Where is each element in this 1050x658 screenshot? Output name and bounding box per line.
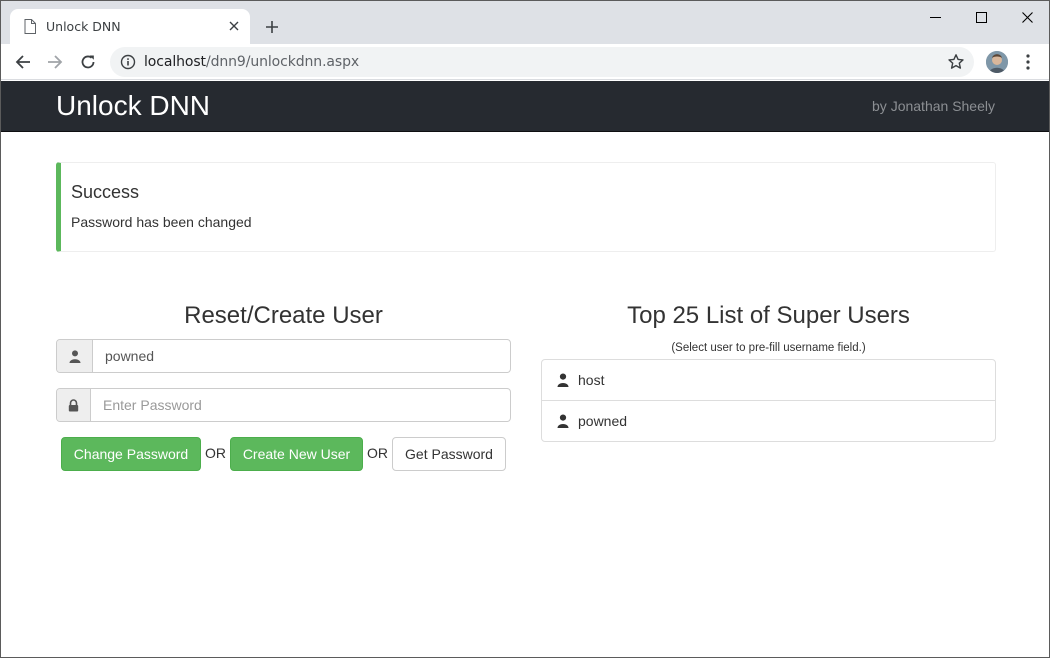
user-icon (557, 414, 569, 428)
username-input[interactable] (93, 340, 510, 372)
info-icon[interactable] (120, 54, 136, 70)
super-users-hint: (Select user to pre-fill username field.… (671, 342, 866, 354)
alert-message: Password has been changed (71, 214, 252, 230)
tab-strip: Unlock DNN (1, 1, 1049, 44)
back-arrow-icon[interactable] (10, 50, 36, 74)
list-item-label: host (578, 372, 605, 388)
page-icon (24, 19, 36, 34)
browser-window: Unlock DNN localhost/dnn9/unlockdnn.aspx… (0, 0, 1050, 658)
url-path: /dnn9/unlockdnn.aspx (205, 54, 360, 70)
super-users-title: Top 25 List of Super Users (627, 302, 910, 329)
url-host: localhost (144, 54, 206, 70)
super-users-list: host powned (541, 359, 996, 442)
url-text[interactable]: localhost/dnn9/unlockdnn.aspx (144, 54, 359, 70)
password-input-group (56, 388, 511, 422)
list-item[interactable]: host (542, 360, 995, 401)
list-item-label: powned (578, 413, 628, 429)
or-separator: OR (205, 445, 226, 461)
user-icon (557, 373, 569, 387)
change-password-button[interactable]: Change Password (61, 437, 201, 471)
or-separator: OR (367, 445, 388, 461)
reload-icon[interactable] (75, 50, 101, 74)
alert-title: Success (71, 182, 140, 202)
create-new-user-button[interactable]: Create New User (230, 437, 363, 471)
user-icon (57, 340, 93, 372)
site-brand[interactable]: Unlock DNN (56, 90, 210, 122)
tab-title: Unlock DNN (46, 19, 121, 34)
window-close-icon[interactable] (1004, 1, 1049, 33)
username-input-group (56, 339, 511, 373)
reset-create-panel: Reset/Create User Change Password OR Cre… (56, 299, 511, 471)
minimize-icon[interactable] (912, 1, 958, 33)
password-input[interactable] (91, 389, 510, 421)
lock-icon (57, 389, 91, 421)
get-password-button[interactable]: Get Password (392, 437, 506, 471)
new-tab-plus-icon[interactable] (260, 15, 284, 39)
success-alert: Success Password has been changed (56, 162, 996, 252)
more-options-icon[interactable] (1019, 52, 1037, 72)
bookmark-star-icon[interactable] (947, 53, 965, 71)
reset-create-title: Reset/Create User (184, 302, 383, 329)
browser-toolbar: localhost/dnn9/unlockdnn.aspx (1, 44, 1049, 80)
list-item[interactable]: powned (542, 401, 995, 441)
address-bar[interactable]: localhost/dnn9/unlockdnn.aspx (110, 47, 974, 77)
browser-tab[interactable]: Unlock DNN (10, 9, 250, 44)
forward-arrow-icon[interactable] (42, 50, 68, 74)
profile-avatar-icon[interactable] (986, 51, 1008, 73)
maximize-icon[interactable] (958, 1, 1004, 33)
super-users-panel: Top 25 List of Super Users (Select user … (541, 299, 996, 442)
tab-close-icon[interactable] (226, 18, 242, 34)
site-navbar: Unlock DNN by Jonathan Sheely (1, 81, 1049, 132)
author-byline: by Jonathan Sheely (872, 98, 995, 114)
